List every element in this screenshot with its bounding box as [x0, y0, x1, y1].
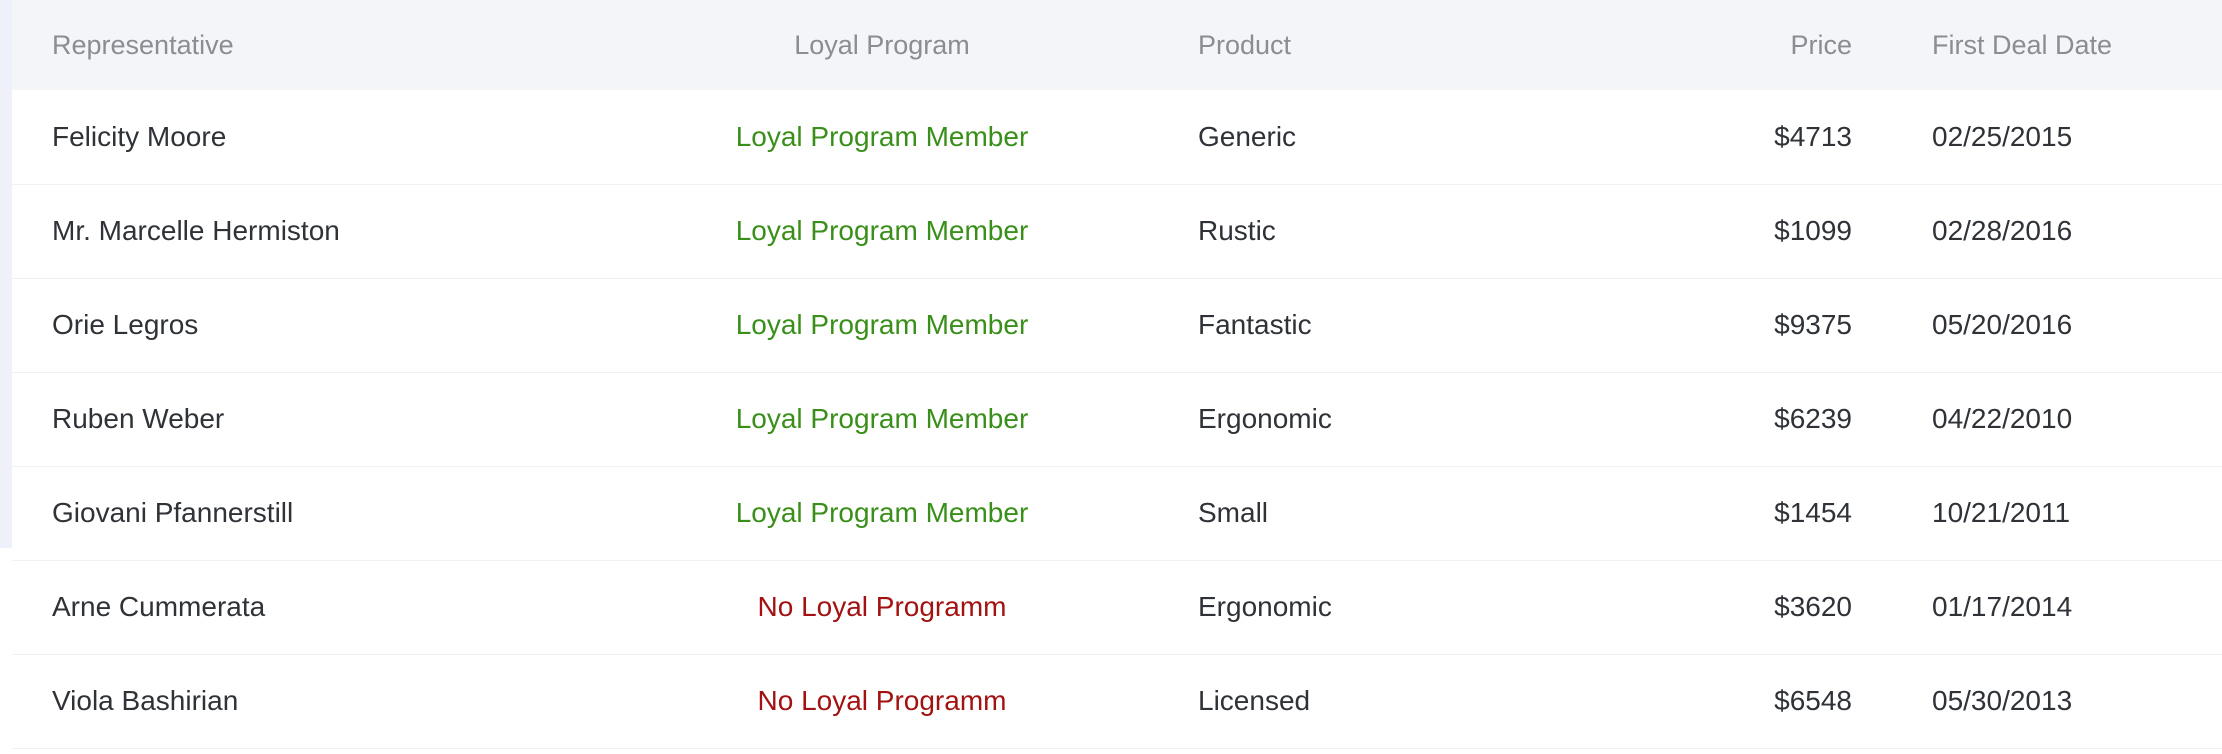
cell-first-deal-date: 02/25/2015: [1932, 120, 2073, 152]
cell-product: Ergonomic: [1198, 591, 1332, 622]
column-header-price[interactable]: Price: [1652, 0, 1852, 90]
cell-first-deal-date: 01/17/2014: [1932, 591, 2073, 622]
cell-first-deal-date: 10/21/2011: [1932, 497, 2071, 528]
cell-product: Ergonomic: [1198, 403, 1332, 434]
cell-loyal-program: No Loyal Programm: [757, 685, 1007, 716]
table-header: Representative Loyal Program Product Pri…: [12, 0, 2222, 90]
table-row[interactable]: Orie Legros Loyal Program Member Fantastic…: [12, 278, 2222, 372]
cell-price: $1099: [1774, 215, 1852, 246]
cell-representative: Arne Cummerata: [52, 591, 266, 622]
page: Representative Loyal Program Product Pri…: [0, 0, 2222, 754]
table-row[interactable]: Mr. Marcelle Hermiston Loyal Program Memb…: [12, 184, 2222, 278]
cell-first-deal-date: 05/20/2016: [1932, 309, 2073, 340]
deals-table: Representative Loyal Program Product Pri…: [12, 0, 2222, 749]
table-row[interactable]: Ruben Weber Loyal Program Member Ergonomic…: [12, 372, 2222, 466]
cell-loyal-program: Loyal Program Member: [735, 403, 1029, 434]
cell-price: $6239: [1774, 403, 1852, 434]
cell-first-deal-date: 05/30/2013: [1932, 685, 2073, 716]
cell-product: Generic: [1198, 120, 1297, 152]
cell-representative: Giovani Pfannerstill: [52, 497, 294, 528]
cell-representative: Orie Legros: [52, 309, 199, 340]
cell-representative: Mr. Marcelle Hermiston: [52, 215, 340, 246]
cell-representative: Viola Bashirian: [52, 685, 239, 716]
cell-price: $9375: [1774, 309, 1852, 340]
cell-representative: Felicity Moore: [52, 120, 227, 152]
deals-table-container: Representative Loyal Program Product Pri…: [12, 0, 2222, 754]
cell-loyal-program: Loyal Program Member: [735, 120, 1029, 152]
cell-product: Small: [1198, 497, 1269, 528]
cell-price: $1454: [1774, 497, 1852, 528]
cell-representative: Ruben Weber: [52, 403, 225, 434]
cell-first-deal-date: 02/28/2016: [1932, 215, 2073, 246]
column-header-loyal-program[interactable]: Loyal Program: [652, 0, 1112, 90]
column-header-first-deal-date[interactable]: First Deal Date: [1852, 0, 2222, 90]
header-row: Representative Loyal Program Product Pri…: [12, 0, 2222, 90]
cell-product: Rustic: [1198, 215, 1276, 246]
table-row[interactable]: Felicity Moore Loyal Program Member Generi…: [12, 90, 2222, 184]
cell-loyal-program: Loyal Program Member: [735, 309, 1029, 340]
table-row[interactable]: Arne Cummerata No Loyal Programm Ergonomic…: [12, 560, 2222, 654]
table-row[interactable]: Viola Bashirian No Loyal Programm Licensed…: [12, 654, 2222, 748]
table-row[interactable]: Giovani Pfannerstill Loyal Program Member…: [12, 466, 2222, 560]
cell-loyal-program: Loyal Program Member: [735, 215, 1029, 246]
cell-product: Fantastic: [1198, 309, 1312, 340]
cell-loyal-program: No Loyal Programm: [757, 591, 1007, 622]
table-body: Felicity Moore Loyal Program Member Generi…: [12, 90, 2222, 748]
column-header-product[interactable]: Product: [1112, 0, 1652, 90]
column-header-representative[interactable]: Representative: [12, 0, 652, 90]
cell-first-deal-date: 04/22/2010: [1932, 403, 2073, 434]
cell-price: $6548: [1774, 685, 1852, 716]
left-panel-edge: [0, 0, 12, 548]
cell-price: $3620: [1774, 591, 1852, 622]
cell-price: $4713: [1774, 120, 1852, 152]
cell-loyal-program: Loyal Program Member: [735, 497, 1029, 528]
cell-product: Licensed: [1198, 685, 1311, 716]
